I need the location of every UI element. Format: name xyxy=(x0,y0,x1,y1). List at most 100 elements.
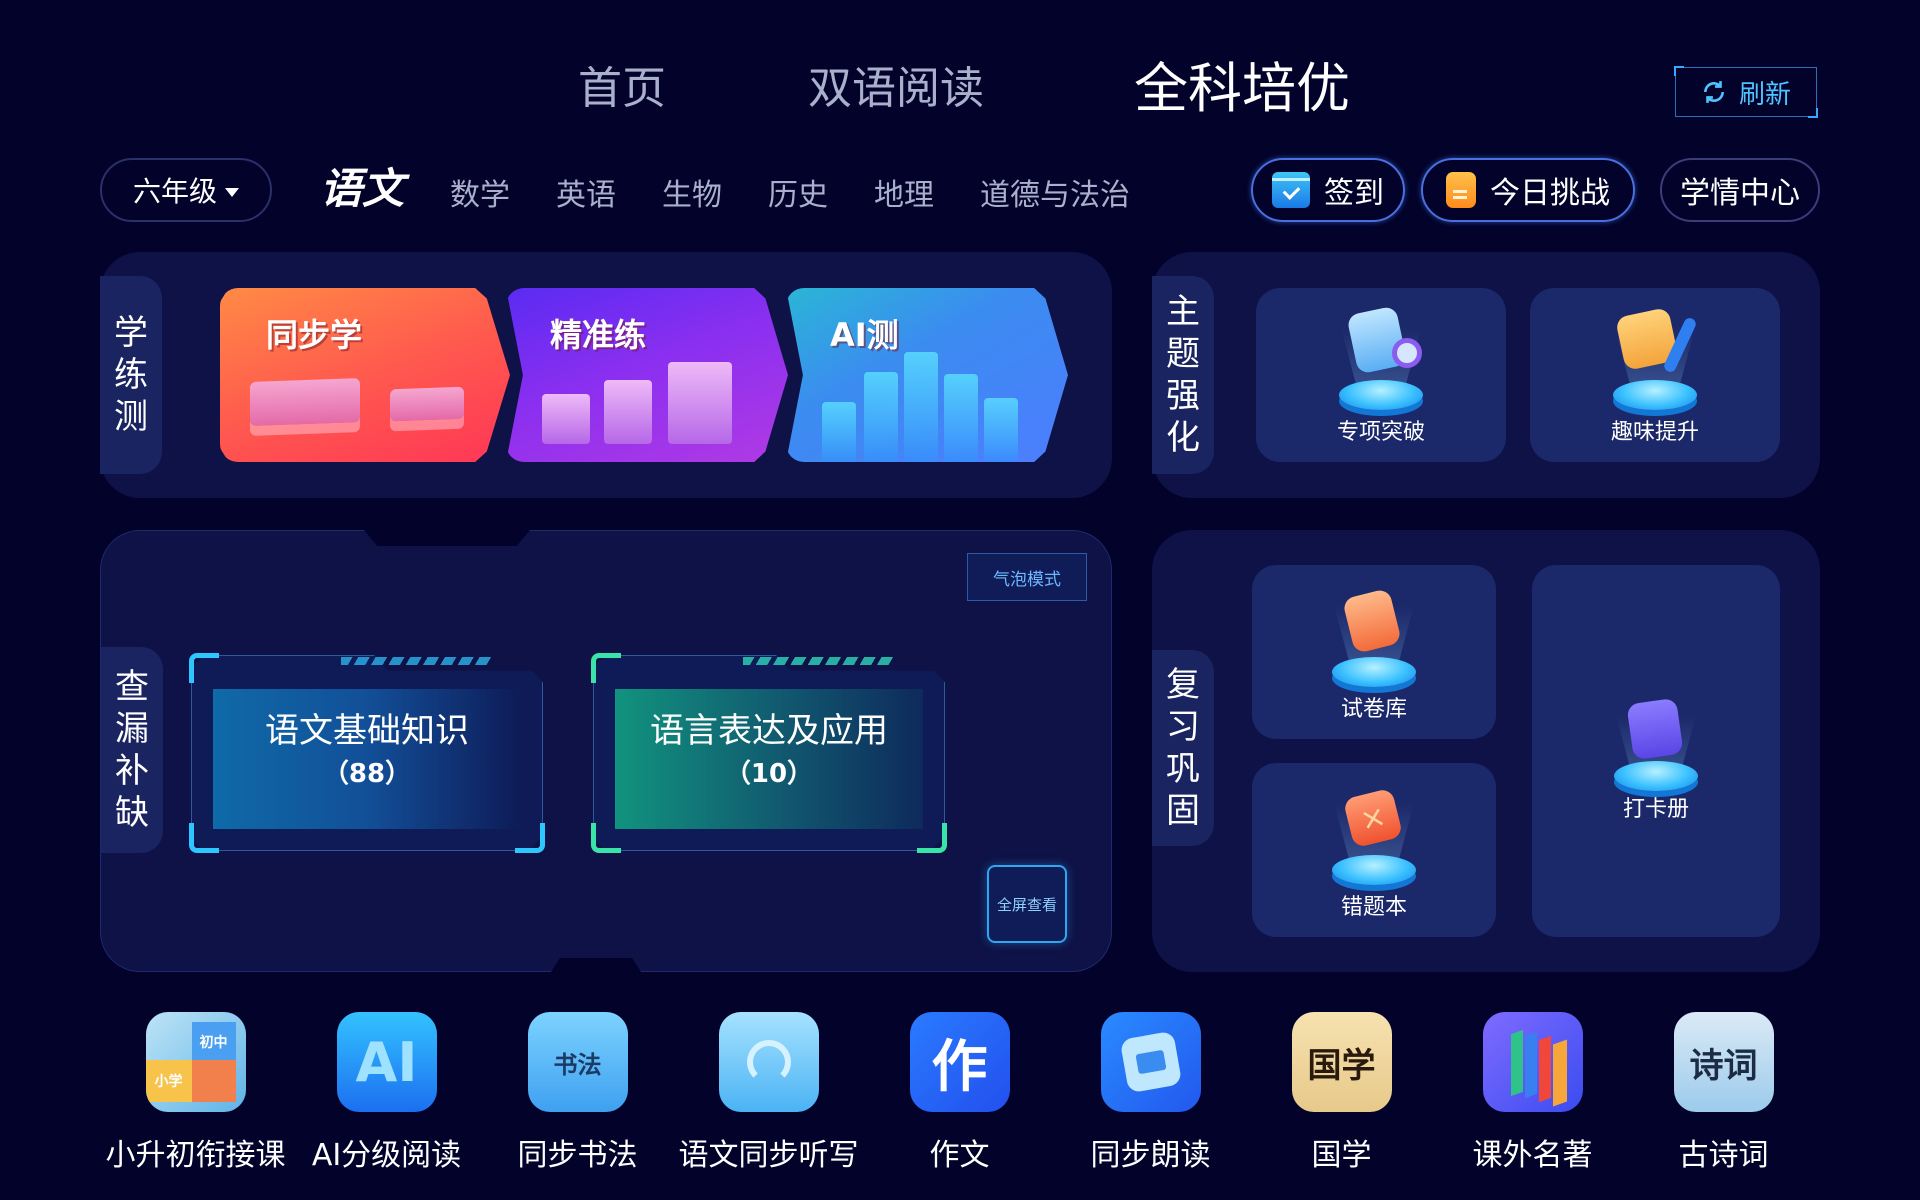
learning-center-button[interactable]: 学情中心 xyxy=(1660,158,1820,222)
fun-improvement-tile[interactable]: 趣味提升 xyxy=(1530,288,1780,462)
label-char: 查 xyxy=(115,667,149,707)
subject-tab-english[interactable]: 英语 xyxy=(556,170,616,230)
checkin-book-tile[interactable]: 打卡册 xyxy=(1532,565,1780,937)
bar-illustration-icon xyxy=(864,372,898,462)
topic-strengthen-panel: 主 题 强 化 专项突破 趣味提升 xyxy=(1152,252,1820,498)
reading-aloud-icon xyxy=(1100,1012,1201,1112)
calligraphy-icon: 书法 xyxy=(527,1012,628,1112)
knowledge-card-language-expression[interactable]: 语言表达及应用 （10） xyxy=(591,653,947,853)
app-label: 课外名著 xyxy=(1472,1138,1593,1173)
refresh-button[interactable]: 刷新 xyxy=(1674,66,1818,118)
subject-tab-biology[interactable]: 生物 xyxy=(662,170,722,230)
label-char: 巩 xyxy=(1166,749,1200,789)
checkin-book-icon xyxy=(1626,697,1684,761)
bar-illustration-icon xyxy=(904,352,938,462)
special-breakthrough-tile[interactable]: 专项突破 xyxy=(1256,288,1506,462)
app-label: 国学 xyxy=(1311,1138,1372,1173)
daily-challenge-button[interactable]: 今日挑战 xyxy=(1421,158,1635,222)
sync-learn-card[interactable]: 同步学 xyxy=(220,288,510,462)
exam-bank-tile[interactable]: 试卷库 xyxy=(1252,565,1496,739)
precise-practice-card[interactable]: 精准练 xyxy=(506,288,788,462)
app-ai-graded-reading[interactable]: AI AI分级阅读 xyxy=(291,1012,482,1174)
books-icon xyxy=(1482,1012,1583,1112)
knowledge-card-count: （10） xyxy=(724,759,814,789)
app-shortcut-row: 初中 小学 小升初衔接课 AI AI分级阅读 书法 同步书法 语文同步听写 作 … xyxy=(100,1012,1820,1174)
app-label: 同步朗读 xyxy=(1090,1138,1211,1173)
subject-tab-geography[interactable]: 地理 xyxy=(874,170,934,230)
subject-tab-history[interactable]: 历史 xyxy=(768,170,828,230)
app-label: 同步书法 xyxy=(517,1138,638,1173)
app-composition[interactable]: 作 作文 xyxy=(864,1012,1055,1174)
fun-improvement-label: 趣味提升 xyxy=(1610,420,1699,445)
cube-illustration-icon xyxy=(390,386,464,422)
learning-center-label: 学情中心 xyxy=(1680,176,1800,211)
card-stripes xyxy=(341,657,491,665)
label-char: 学 xyxy=(114,313,148,353)
mistake-book-tile[interactable]: × 错题本 xyxy=(1252,763,1496,937)
corner-decoration xyxy=(591,653,621,683)
panel-notch xyxy=(364,530,530,546)
app-chinese-dictation[interactable]: 语文同步听写 xyxy=(673,1012,864,1174)
refresh-label: 刷新 xyxy=(1738,79,1791,110)
label-char: 主 xyxy=(1166,292,1200,332)
review-panel: 复 习 巩 固 试卷库 × 错题本 打卡册 xyxy=(1152,530,1820,972)
calendar-check-icon xyxy=(1272,172,1310,208)
composition-icon: 作 xyxy=(909,1012,1010,1112)
sync-learn-title: 同步学 xyxy=(266,316,363,354)
bar-illustration-icon xyxy=(542,394,590,444)
label-char: 补 xyxy=(115,751,149,791)
app-extracurricular-classics[interactable]: 课外名著 xyxy=(1437,1012,1628,1174)
pedestal-icon xyxy=(1614,761,1698,791)
corner-decoration xyxy=(591,823,621,853)
special-breakthrough-label: 专项突破 xyxy=(1336,420,1425,445)
label-char: 测 xyxy=(114,397,148,437)
bar-illustration-icon xyxy=(604,380,652,444)
corner-decoration xyxy=(189,653,219,683)
ai-test-title: AI测 xyxy=(830,316,899,354)
panel-notch xyxy=(551,958,641,972)
app-chinese-classics[interactable]: 国学 国学 xyxy=(1246,1012,1437,1174)
knowledge-card-chinese-basics[interactable]: 语文基础知识 （88） xyxy=(189,653,545,853)
label-char: 复 xyxy=(1166,665,1200,705)
pedestal-icon xyxy=(1332,657,1416,687)
primary-to-junior-icon: 初中 小学 xyxy=(145,1012,246,1112)
poetry-icon: 诗词 xyxy=(1673,1012,1774,1112)
ai-test-card[interactable]: AI测 xyxy=(786,288,1068,462)
bar-illustration-icon xyxy=(668,362,732,444)
mistake-book-label: 错题本 xyxy=(1340,895,1407,920)
classics-icon: 国学 xyxy=(1291,1012,1392,1112)
label-char: 漏 xyxy=(115,709,149,749)
ai-reading-icon: AI xyxy=(336,1012,437,1112)
grade-dropdown[interactable]: 六年级 xyxy=(100,158,272,222)
signin-button[interactable]: 签到 xyxy=(1251,158,1405,222)
app-sync-reading-aloud[interactable]: 同步朗读 xyxy=(1055,1012,1246,1174)
learn-practice-test-panel: 学 练 测 同步学 精准练 AI测 xyxy=(100,252,1112,498)
bubble-mode-button[interactable]: 气泡模式 xyxy=(967,553,1087,601)
tab-home[interactable]: 首页 xyxy=(578,52,666,116)
label-char: 缺 xyxy=(115,793,149,833)
pedestal-icon xyxy=(1613,380,1697,410)
tab-all-subjects[interactable]: 全科培优 xyxy=(1134,44,1350,123)
subject-tab-math[interactable]: 数学 xyxy=(450,170,510,230)
cube-illustration-icon xyxy=(250,378,360,426)
app-sync-calligraphy[interactable]: 书法 同步书法 xyxy=(482,1012,673,1174)
pedestal-icon xyxy=(1332,855,1416,885)
subject-tab-chinese[interactable]: 语文 xyxy=(320,155,404,230)
corner-decoration xyxy=(515,823,545,853)
tab-bilingual-reading[interactable]: 双语阅读 xyxy=(808,52,984,116)
subject-tab-morality-law[interactable]: 道德与法治 xyxy=(980,170,1130,230)
subject-tabs: 语文 数学 英语 生物 历史 地理 道德与法治 xyxy=(320,150,1176,230)
notepad-icon xyxy=(1446,172,1476,208)
app-primary-to-junior[interactable]: 初中 小学 小升初衔接课 xyxy=(100,1012,291,1174)
precise-practice-title: 精准练 xyxy=(550,316,647,354)
label-char: 习 xyxy=(1166,707,1200,747)
section-label-fill-gaps: 查 漏 补 缺 xyxy=(101,647,163,853)
pedestal-icon xyxy=(1339,380,1423,410)
knowledge-card-count: （88） xyxy=(322,759,412,789)
corner-decoration xyxy=(189,823,219,853)
app-label: 作文 xyxy=(929,1138,990,1173)
app-label: AI分级阅读 xyxy=(311,1138,462,1173)
fullscreen-view-button[interactable]: 全屏查看 xyxy=(987,865,1067,943)
label-char: 强 xyxy=(1166,376,1200,416)
app-ancient-poetry[interactable]: 诗词 古诗词 xyxy=(1628,1012,1819,1174)
